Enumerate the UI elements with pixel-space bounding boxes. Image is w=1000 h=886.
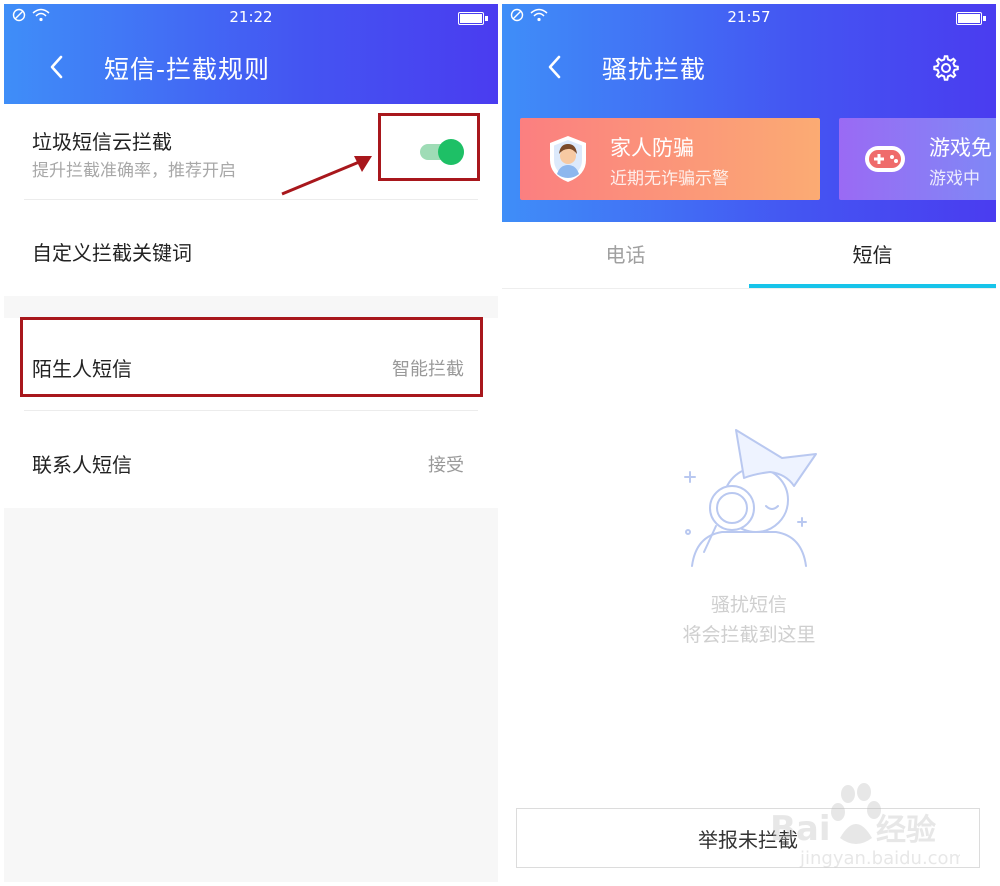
- empty-state-subtitle: 将会拦截到这里: [682, 624, 816, 646]
- status-time: 21:57: [727, 8, 771, 26]
- svg-text:Bai: Bai: [770, 809, 831, 849]
- settings-group-1: 垃圾短信云拦截 提升拦截准确率，推荐开启 自定义拦截关键词: [4, 104, 498, 296]
- gamepad-icon: [865, 146, 905, 172]
- divider: [24, 199, 478, 200]
- status-bar: 21:22: [4, 4, 498, 32]
- toggle-knob: [438, 139, 464, 165]
- battery-icon: [956, 12, 986, 25]
- left-header: 21:22 短信-拦截规则: [4, 4, 498, 104]
- custom-keywords-row[interactable]: 自定义拦截关键词: [32, 237, 192, 266]
- svg-text:jingyan.baidu.com: jingyan.baidu.com: [799, 848, 960, 869]
- svg-text:经验: 经验: [876, 813, 936, 848]
- card-title: 家人防骗: [610, 136, 694, 160]
- arrow-annotation: [281, 156, 372, 196]
- back-icon[interactable]: [44, 52, 70, 82]
- back-icon[interactable]: [542, 52, 568, 82]
- right-screen: 21:57 骚扰拦截 家人防骗 近期无诈骗示警 游戏免 游戏中 电话 短信 骚扰…: [502, 4, 996, 882]
- settings-group-2: 陌生人短信 智能拦截 联系人短信 接受: [4, 318, 498, 508]
- left-screen: 21:22 短信-拦截规则 垃圾短信云拦截 提升拦截准确率，推荐开启 自定义拦截…: [4, 4, 498, 882]
- status-time: 21:22: [229, 8, 273, 26]
- contact-sms-value: 接受: [428, 455, 464, 476]
- battery-icon: [458, 12, 488, 25]
- search-illustration-icon: [684, 429, 817, 567]
- page-title: 短信-拦截规则: [104, 55, 271, 84]
- game-mode-card[interactable]: 游戏免 游戏中: [839, 118, 996, 200]
- stranger-sms-title[interactable]: 陌生人短信: [32, 353, 132, 382]
- card-subtitle: 游戏中: [929, 169, 980, 189]
- page-title: 骚扰拦截: [602, 55, 707, 84]
- tab-divider: [502, 288, 996, 289]
- divider: [24, 410, 478, 411]
- family-protection-card[interactable]: 家人防骗 近期无诈骗示警: [520, 118, 820, 200]
- cloud-block-subtitle: 提升拦截准确率，推荐开启: [32, 161, 236, 181]
- cloud-block-toggle[interactable]: [418, 139, 468, 165]
- cloud-block-title: 垃圾短信云拦截: [32, 130, 172, 154]
- empty-state-title: 骚扰短信: [710, 594, 787, 616]
- card-subtitle: 近期无诈骗示警: [610, 169, 729, 189]
- tab-calls[interactable]: 电话: [502, 230, 749, 288]
- stranger-sms-value: 智能拦截: [392, 359, 464, 380]
- status-bar: 21:57: [502, 4, 996, 32]
- tab-sms[interactable]: 短信: [749, 230, 996, 288]
- baidu-watermark-logo: Bai 经验 jingyan.baidu.com: [770, 783, 960, 869]
- card-title: 游戏免: [929, 136, 992, 160]
- shield-family-icon: [550, 136, 586, 182]
- contact-sms-title[interactable]: 联系人短信: [32, 449, 132, 478]
- gear-icon[interactable]: [932, 54, 960, 82]
